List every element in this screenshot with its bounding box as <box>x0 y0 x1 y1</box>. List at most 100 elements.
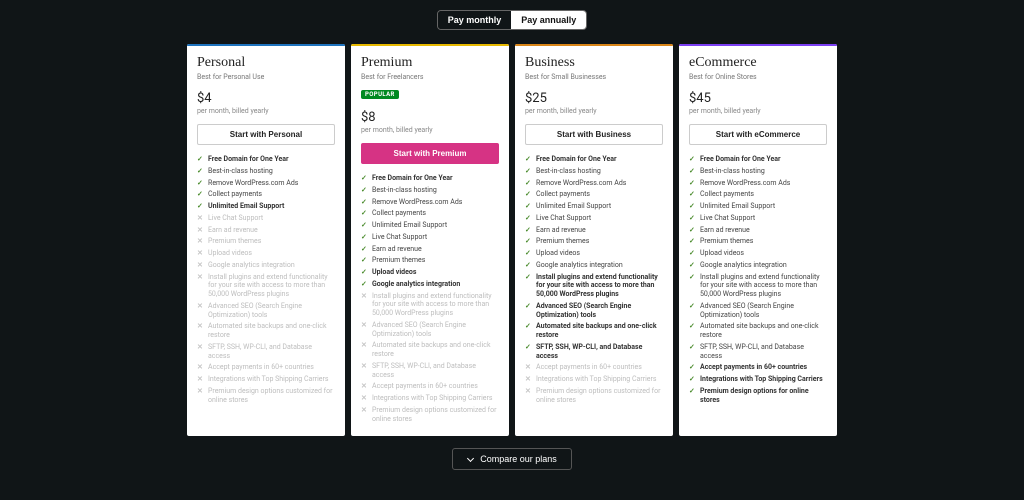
feature-text: Advanced SEO (Search Engine Optimization… <box>536 302 663 320</box>
check-icon: ✓ <box>197 155 204 164</box>
feature-item: ✓Collect payments <box>689 190 827 199</box>
check-icon: ✓ <box>525 302 532 311</box>
popular-badge: POPULAR <box>361 90 399 99</box>
feature-text: Premium design options customized for on… <box>208 387 335 405</box>
cross-icon: ✕ <box>361 362 368 371</box>
feature-text: Advanced SEO (Search Engine Optimization… <box>372 321 499 339</box>
cross-icon: ✕ <box>197 261 204 270</box>
start-ecommerce-button[interactable]: Start with eCommerce <box>689 124 827 145</box>
feature-text: Premium design options customized for on… <box>372 406 499 424</box>
feature-text: Unlimited Email Support <box>536 202 611 211</box>
plan-subtitle: Best for Online Stores <box>689 73 827 81</box>
feature-item: ✓Collect payments <box>197 190 335 199</box>
check-icon: ✓ <box>689 155 696 164</box>
pricing-plans: PersonalBest for Personal Use$4per month… <box>0 44 1024 436</box>
feature-item: ✕Accept payments in 60+ countries <box>361 382 499 391</box>
cross-icon: ✕ <box>525 387 532 396</box>
feature-text: SFTP, SSH, WP-CLI, and Database access <box>700 343 827 361</box>
check-icon: ✓ <box>197 190 204 199</box>
feature-list: ✓Free Domain for One Year✓Best-in-class … <box>197 155 335 404</box>
feature-text: Premium design options customized for on… <box>536 387 663 405</box>
feature-text: Best-in-class hosting <box>208 167 273 176</box>
check-icon: ✓ <box>525 226 532 235</box>
feature-item: ✕SFTP, SSH, WP-CLI, and Database access <box>361 362 499 380</box>
start-business-button[interactable]: Start with Business <box>525 124 663 145</box>
feature-text: Install plugins and extend functionality… <box>700 273 827 299</box>
feature-text: Advanced SEO (Search Engine Optimization… <box>700 302 827 320</box>
feature-text: Unlimited Email Support <box>372 221 447 230</box>
pay-monthly-button[interactable]: Pay monthly <box>438 11 512 29</box>
feature-text: Best-in-class hosting <box>536 167 601 176</box>
feature-item: ✓Unlimited Email Support <box>689 202 827 211</box>
check-icon: ✓ <box>361 233 368 242</box>
feature-list: ✓Free Domain for One Year✓Best-in-class … <box>689 155 827 404</box>
start-personal-button[interactable]: Start with Personal <box>197 124 335 145</box>
check-icon: ✓ <box>197 167 204 176</box>
billing-toggle: Pay monthly Pay annually <box>437 10 588 30</box>
feature-text: Remove WordPress.com Ads <box>700 179 790 188</box>
start-premium-button[interactable]: Start with Premium <box>361 143 499 164</box>
feature-text: Earn ad revenue <box>700 226 750 235</box>
cross-icon: ✕ <box>361 341 368 350</box>
feature-text: Earn ad revenue <box>536 226 586 235</box>
feature-text: Collect payments <box>700 190 754 199</box>
feature-text: Earn ad revenue <box>208 226 258 235</box>
feature-item: ✓Unlimited Email Support <box>197 202 335 211</box>
feature-item: ✕SFTP, SSH, WP-CLI, and Database access <box>197 343 335 361</box>
feature-item: ✕Google analytics integration <box>197 261 335 270</box>
check-icon: ✓ <box>525 343 532 352</box>
feature-text: Best-in-class hosting <box>372 186 437 195</box>
feature-item: ✕Advanced SEO (Search Engine Optimizatio… <box>361 321 499 339</box>
plan-title: Business <box>525 55 663 71</box>
feature-item: ✓Remove WordPress.com Ads <box>361 198 499 207</box>
feature-text: Premium themes <box>208 237 261 246</box>
feature-item: ✓Free Domain for One Year <box>197 155 335 164</box>
check-icon: ✓ <box>361 209 368 218</box>
feature-item: ✓SFTP, SSH, WP-CLI, and Database access <box>525 343 663 361</box>
check-icon: ✓ <box>689 322 696 331</box>
pay-annually-button[interactable]: Pay annually <box>511 11 586 29</box>
plan-card-ecommerce: eCommerceBest for Online Stores$45per mo… <box>679 44 837 436</box>
feature-item: ✓ Advanced SEO (Search Engine Optimizatio… <box>525 302 663 320</box>
feature-item: ✓Free Domain for One Year <box>525 155 663 164</box>
check-icon: ✓ <box>525 167 532 176</box>
compare-plans-button[interactable]: Compare our plans <box>452 448 572 470</box>
cross-icon: ✕ <box>525 363 532 372</box>
cross-icon: ✕ <box>197 363 204 372</box>
feature-text: Upload videos <box>536 249 580 258</box>
feature-item: ✓Upload videos <box>525 249 663 258</box>
feature-text: Automated site backups and one-click res… <box>208 322 335 340</box>
feature-item: ✓Best-in-class hosting <box>361 186 499 195</box>
plan-price: $25 <box>525 91 663 106</box>
plan-price-sub: per month, billed yearly <box>525 107 663 115</box>
feature-item: ✓Collect payments <box>361 209 499 218</box>
feature-text: Google analytics integration <box>536 261 623 270</box>
plan-card-premium: PremiumBest for FreelancersPOPULAR$8per … <box>351 44 509 436</box>
feature-item: ✕Advanced SEO (Search Engine Optimizatio… <box>197 302 335 320</box>
feature-item: ✓ Best-in-class hosting <box>197 167 335 176</box>
check-icon: ✓ <box>361 268 368 277</box>
feature-item: ✓Unlimited Email Support <box>525 202 663 211</box>
check-icon: ✓ <box>525 237 532 246</box>
feature-item: ✓Upload videos <box>361 268 499 277</box>
cross-icon: ✕ <box>197 387 204 396</box>
check-icon: ✓ <box>361 245 368 254</box>
check-icon: ✓ <box>689 363 696 372</box>
feature-item: ✓Automated site backups and one-click re… <box>689 322 827 340</box>
feature-item: ✕Accept payments in 60+ countries <box>525 363 663 372</box>
check-icon: ✓ <box>525 214 532 223</box>
feature-text: Earn ad revenue <box>372 245 422 254</box>
compare-plans-label: Compare our plans <box>480 454 557 464</box>
feature-item: ✓Live Chat Support <box>361 233 499 242</box>
check-icon: ✓ <box>525 190 532 199</box>
feature-item: ✕ Premium design options customized for o… <box>197 387 335 405</box>
feature-text: Integrations with Top Shipping Carriers <box>700 375 823 384</box>
cross-icon: ✕ <box>197 249 204 258</box>
feature-text: Integrations with Top Shipping Carriers <box>208 375 328 384</box>
cross-icon: ✕ <box>361 292 368 301</box>
check-icon: ✓ <box>689 202 696 211</box>
feature-text: Accept payments in 60+ countries <box>372 382 478 391</box>
feature-item: ✓Earn ad revenue <box>689 226 827 235</box>
feature-text: Integrations with Top Shipping Carriers <box>536 375 656 384</box>
feature-text: Automated site backups and one-click res… <box>372 341 499 359</box>
